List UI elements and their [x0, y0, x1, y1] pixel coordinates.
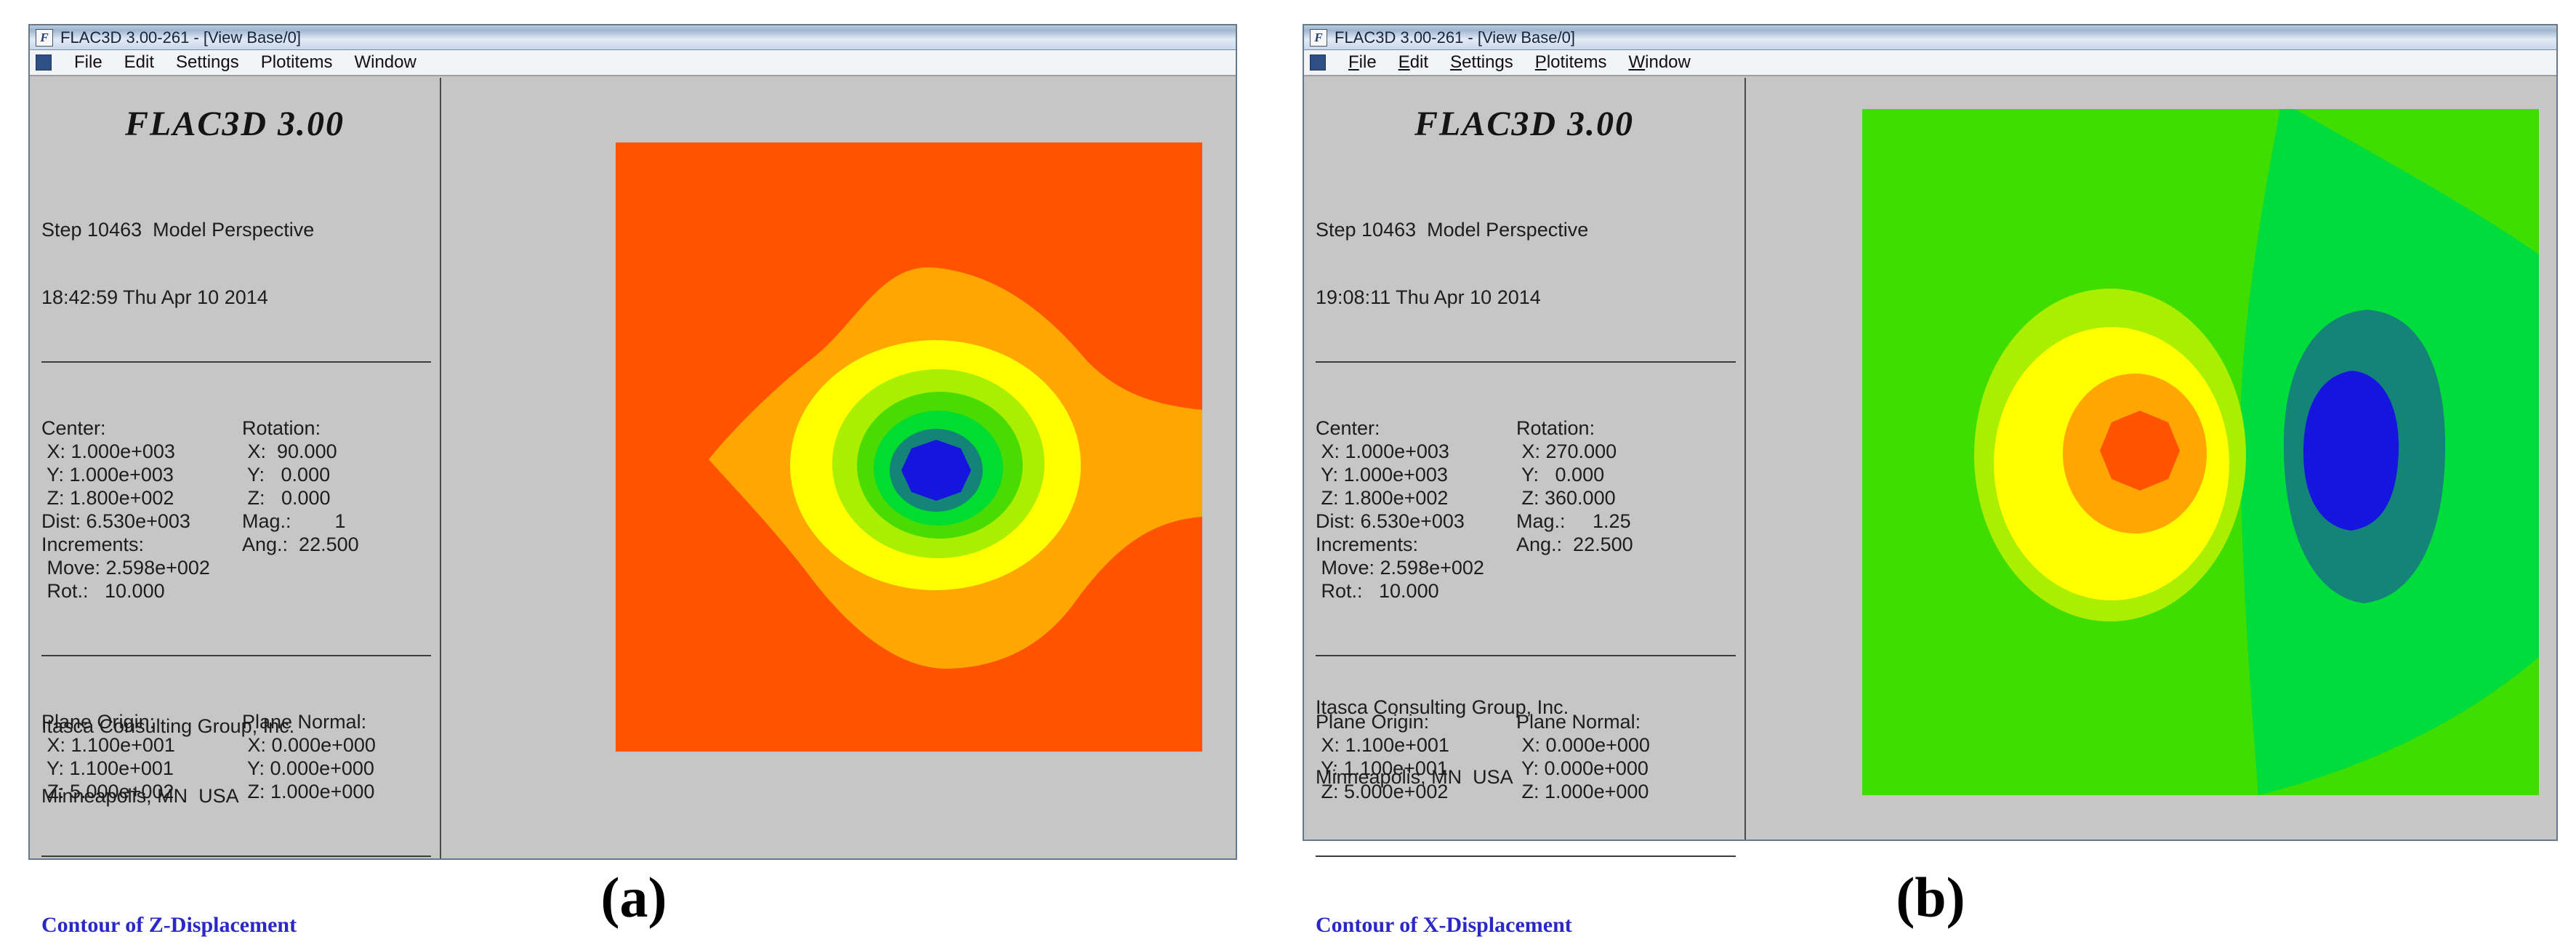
mag-value: Mag.: 1.25 — [1516, 510, 1739, 533]
flac3d-logo: FLAC3D 3.00 — [30, 104, 440, 144]
center-label: Center: — [1316, 416, 1516, 440]
separator — [1316, 361, 1736, 363]
menu-window[interactable]: Window — [1618, 52, 1702, 73]
separator — [1316, 856, 1736, 857]
dist-value: Dist: 6.530e+003 — [41, 510, 242, 533]
flac3d-logo: FLAC3D 3.00 — [1304, 104, 1744, 144]
footer: Itasca Consulting Group, Inc. Minneapoli… — [41, 668, 294, 854]
view-params: Center:Rotation: X: 1.000e+003 X: 90.000… — [41, 416, 434, 603]
rotation-z: Z: 360.000 — [1516, 486, 1739, 510]
caption-b: (b) — [1896, 865, 1965, 930]
contour-title: Contour of X-Displacement — [1316, 911, 1739, 940]
step-line: Step 10463 Model Perspective — [41, 219, 434, 241]
blank — [1516, 556, 1739, 579]
menu-edit[interactable]: Edit — [1388, 52, 1439, 73]
time-line: 18:42:59 Thu Apr 10 2014 — [41, 286, 434, 309]
app-icon[interactable]: F — [1310, 29, 1327, 47]
rotation-x: X: 270.000 — [1516, 440, 1739, 463]
ang-value: Ang.: 22.500 — [242, 533, 434, 556]
move-value: Move: 2.598e+002 — [41, 556, 242, 579]
center-y: Y: 1.000e+003 — [41, 463, 242, 486]
menu-bar: File Edit Settings Plotitems Window — [30, 50, 1236, 76]
move-value: Move: 2.598e+002 — [1316, 556, 1516, 579]
menu-bar: File Edit Settings Plotitems Window — [1304, 50, 2556, 76]
rot-value: Rot.: 10.000 — [41, 579, 242, 603]
client-area: FLAC3D 3.00 Step 10463 Model Perspective… — [1304, 78, 2556, 840]
rotation-x: X: 90.000 — [242, 440, 434, 463]
client-area: FLAC3D 3.00 Step 10463 Model Perspective… — [30, 78, 1236, 858]
step-line: Step 10463 Model Perspective — [1316, 219, 1739, 241]
footer-line1: Itasca Consulting Group, Inc. — [1316, 696, 1569, 719]
ang-value: Ang.: 22.500 — [1516, 533, 1739, 556]
footer-line1: Itasca Consulting Group, Inc. — [41, 714, 294, 738]
footer-line2: Minneapolis, MN USA — [41, 784, 294, 808]
flac3d-window-b: F FLAC3D 3.00-261 - [View Base/0] File E… — [1303, 24, 2558, 841]
title-bar[interactable]: F FLAC3D 3.00-261 - [View Base/0] — [1304, 25, 2556, 50]
increments-label: Increments: — [1316, 533, 1516, 556]
blank — [1516, 579, 1739, 603]
menu-settings[interactable]: Settings — [165, 52, 250, 73]
separator — [41, 361, 431, 363]
mag-value: Mag.: 1 — [242, 510, 434, 533]
x-displacement-contour — [1862, 109, 2539, 795]
center-y: Y: 1.000e+003 — [1316, 463, 1516, 486]
menu-file[interactable]: File — [63, 52, 113, 73]
view-params: Center:Rotation: X: 1.000e+003 X: 270.00… — [1316, 416, 1739, 603]
separator — [41, 856, 431, 857]
window-title: FLAC3D 3.00-261 - [View Base/0] — [1335, 28, 1575, 47]
center-z: Z: 1.800e+002 — [1316, 486, 1516, 510]
center-x: X: 1.000e+003 — [1316, 440, 1516, 463]
contour-plot-x[interactable] — [1862, 109, 2539, 795]
increments-label: Increments: — [41, 533, 242, 556]
contour-title: Contour of Z-Displacement — [41, 911, 434, 940]
rotation-y: Y: 0.000 — [1516, 463, 1739, 486]
info-panel: FLAC3D 3.00 Step 10463 Model Perspective… — [30, 78, 441, 858]
menu-file[interactable]: File — [1337, 52, 1388, 73]
menu-plotitems[interactable]: Plotitems — [1524, 52, 1618, 73]
document-icon[interactable] — [1310, 55, 1326, 71]
document-icon[interactable] — [36, 55, 52, 71]
rotation-label: Rotation: — [1516, 416, 1739, 440]
time-line: 19:08:11 Thu Apr 10 2014 — [1316, 286, 1739, 309]
rot-value: Rot.: 10.000 — [1316, 579, 1516, 603]
rotation-y: Y: 0.000 — [242, 463, 434, 486]
contour-plot-z[interactable] — [616, 142, 1202, 752]
app-icon[interactable]: F — [36, 29, 53, 47]
separator — [41, 655, 431, 656]
center-label: Center: — [41, 416, 242, 440]
title-bar[interactable]: F FLAC3D 3.00-261 - [View Base/0] — [30, 25, 1236, 50]
page: F FLAC3D 3.00-261 - [View Base/0] File E… — [0, 0, 2576, 942]
window-title: FLAC3D 3.00-261 - [View Base/0] — [60, 28, 301, 47]
caption-a: (a) — [601, 865, 667, 930]
blank — [242, 579, 434, 603]
flac3d-window-a: F FLAC3D 3.00-261 - [View Base/0] File E… — [28, 24, 1237, 860]
footer-line2: Minneapolis, MN USA — [1316, 765, 1569, 789]
menu-plotitems[interactable]: Plotitems — [250, 52, 344, 73]
center-x: X: 1.000e+003 — [41, 440, 242, 463]
dist-value: Dist: 6.530e+003 — [1316, 510, 1516, 533]
center-z: Z: 1.800e+002 — [41, 486, 242, 510]
rotation-label: Rotation: — [242, 416, 434, 440]
menu-window[interactable]: Window — [343, 52, 427, 73]
blank — [242, 556, 434, 579]
z-displacement-contour — [616, 142, 1202, 752]
footer: Itasca Consulting Group, Inc. Minneapoli… — [1316, 649, 1569, 835]
menu-settings[interactable]: Settings — [1439, 52, 1524, 73]
rotation-z: Z: 0.000 — [242, 486, 434, 510]
info-panel: FLAC3D 3.00 Step 10463 Model Perspective… — [1304, 78, 1746, 840]
menu-edit[interactable]: Edit — [113, 52, 165, 73]
